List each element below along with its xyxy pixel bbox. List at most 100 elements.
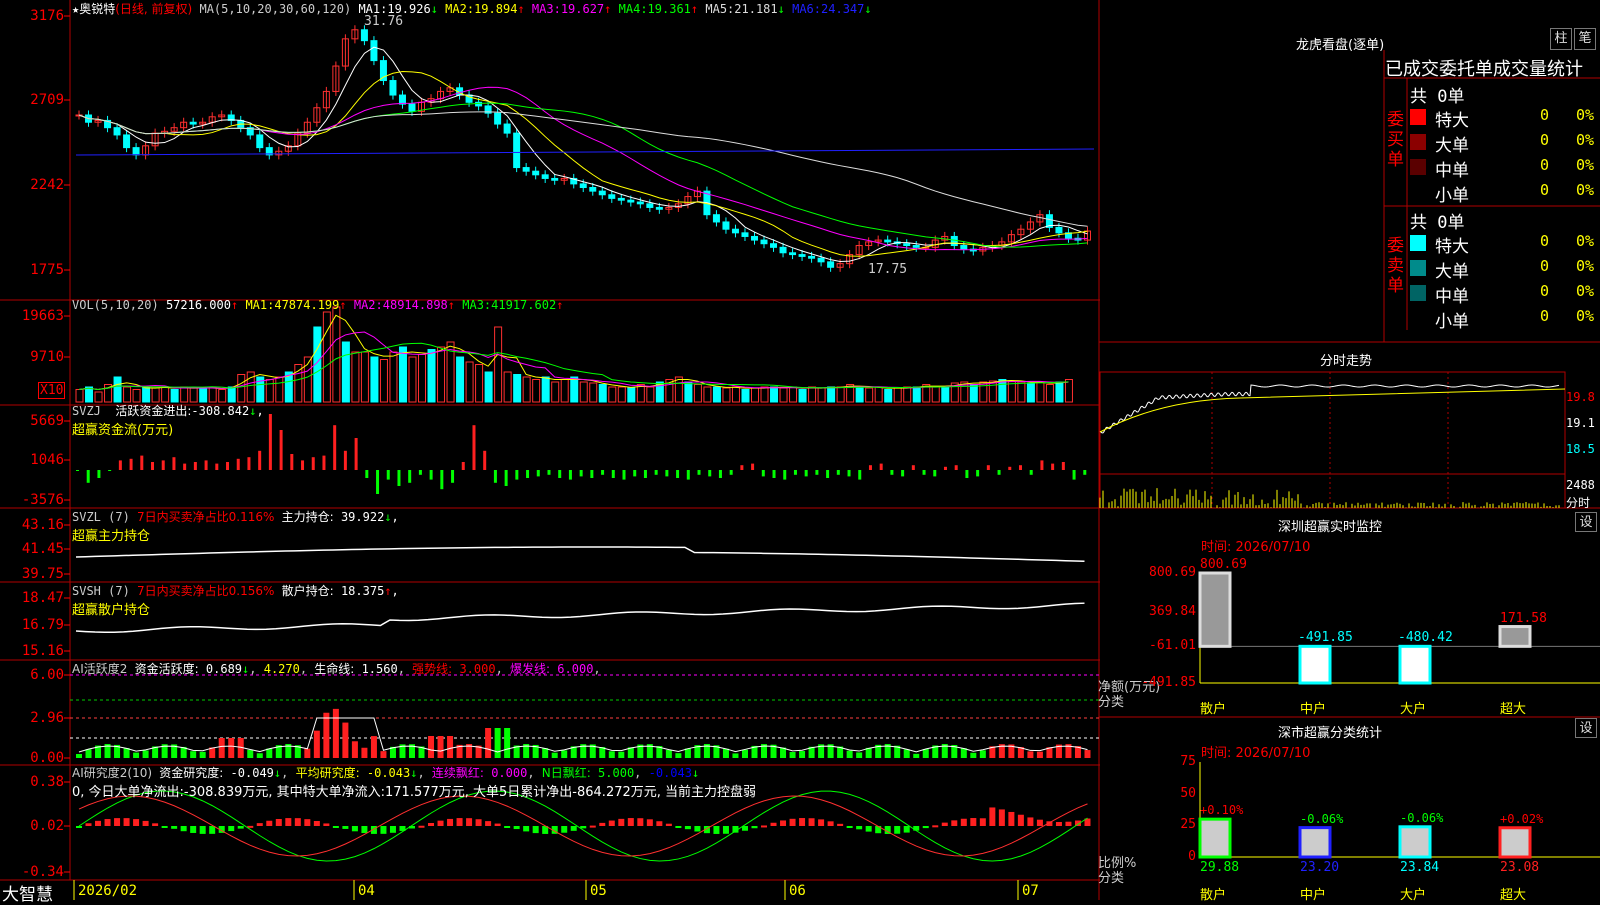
- ai2-n4: N日飘红:: [542, 766, 591, 780]
- ai2-arrow5: ↓: [692, 766, 699, 780]
- ai2_panel-tick-0: 0.38: [0, 774, 64, 790]
- dragon-buy-name-2: 中单: [1435, 156, 1469, 181]
- classify-tick-0: 75: [1150, 754, 1196, 769]
- svsh-header: SVSH (7) 7日内买卖净占比0.156% 散户持仓: 18.375↑, 超…: [72, 582, 399, 618]
- intraday-vol-tick: 2488: [1566, 478, 1595, 492]
- classify-cat-1: 中户: [1300, 884, 1326, 903]
- dragon-sell-swatch-1: [1410, 260, 1426, 276]
- classify-pct-0: +0.10%: [1200, 803, 1243, 817]
- classify-ylabel-unit: 比例%: [1098, 856, 1136, 871]
- x-axis-label-1: 04: [358, 883, 375, 899]
- x-axis-label-0: 2026/02: [78, 883, 137, 899]
- vol-value: 57216.000: [166, 298, 231, 312]
- stock-name[interactable]: 奥锐特: [79, 2, 115, 16]
- dragon-sell-val-1: 0: [1540, 257, 1549, 275]
- intraday-tick-0: 19.8: [1566, 390, 1595, 404]
- svzl-subtitle: 超赢主力持仓: [72, 529, 150, 544]
- classify-cat-2: 大户: [1400, 884, 1426, 903]
- ma5-label: MA5:: [705, 2, 734, 16]
- bar-mode-button[interactable]: 柱: [1550, 28, 1572, 50]
- realtime-cat-0: 散户: [1200, 698, 1226, 717]
- dragon-buy-pct-2: 0%: [1576, 156, 1594, 174]
- svzj_panel-tick-2: -3576: [0, 492, 64, 508]
- classify-pct-3: +0.02%: [1500, 812, 1543, 826]
- ai2-n3: 连续飘红:: [432, 766, 484, 780]
- realtime-tick-2: -61.01: [1130, 638, 1196, 653]
- ai1_panel-tick-1: 2.96: [0, 710, 64, 726]
- ma4-arrow: ↑: [691, 2, 698, 16]
- realtime-title: 深圳超赢实时监控: [1278, 516, 1382, 535]
- realtime-cat-2: 大户: [1400, 698, 1426, 717]
- realtime-bar-0: [1200, 573, 1230, 646]
- svzj_panel-tick-0: 5669: [0, 413, 64, 429]
- ai1-v2: 4.270: [264, 662, 300, 676]
- ai2-v2: -0.043: [367, 766, 410, 780]
- svzj-subtitle: 超赢资金流(万元): [72, 423, 173, 438]
- price_panel-tick-1: 2709: [0, 92, 64, 108]
- ma4-value: 19.361: [648, 2, 691, 16]
- dragon-sell-name-0: 特大: [1435, 232, 1469, 257]
- ai2_panel-tick-2: -0.34: [0, 864, 64, 880]
- dragon-buy-name-1: 大单: [1435, 131, 1469, 156]
- classify-pct-2: -0.06%: [1400, 811, 1443, 825]
- classify-bar-2: [1400, 827, 1430, 857]
- svzj_panel-tick-1: 1046: [0, 452, 64, 468]
- svsh-desc: 7日内买卖净占比0.156%: [137, 584, 274, 598]
- classify-tick-3: 0: [1150, 849, 1196, 864]
- ma2-value: 19.894: [474, 2, 517, 16]
- ai2-n2: 平均研究度:: [296, 766, 360, 780]
- vol-ma2-value: 48914.898: [383, 298, 448, 312]
- svzl-label: SVZL (7): [72, 510, 130, 524]
- svzl-value: 39.922: [341, 510, 384, 524]
- classify-title: 深市超赢分类统计: [1278, 722, 1382, 741]
- ai2_panel-tick-1: 0.02: [0, 818, 64, 834]
- realtime-settings-button[interactable]: 设: [1575, 512, 1597, 532]
- dragon-sell-name-1: 大单: [1435, 257, 1469, 282]
- vol-ma2-label: MA2:: [354, 298, 383, 312]
- ai1-v3: 1.560: [362, 662, 398, 676]
- classify-val-1: 23.20: [1300, 860, 1339, 875]
- dragon-buy-pct-0: 0%: [1576, 106, 1594, 124]
- svzj-label: SVZJ: [72, 404, 101, 418]
- dragon-sell-pct-1: 0%: [1576, 257, 1594, 275]
- svzl_panel-tick-2: 39.75: [0, 566, 64, 582]
- svsh-subtitle: 超赢散户持仓: [72, 603, 150, 618]
- intraday-tick-1: 19.1: [1566, 416, 1595, 430]
- svzl_panel-tick-1: 41.45: [0, 541, 64, 557]
- dragon-sell-total: 共 0单: [1410, 208, 1464, 233]
- ma5-value: 21.181: [734, 2, 777, 16]
- dragon-buy-label: 委买单: [1387, 110, 1405, 170]
- dragon-buy-total: 共 0单: [1410, 82, 1464, 107]
- price_panel-tick-3: 1775: [0, 262, 64, 278]
- realtime-tick-0: 800.69: [1130, 565, 1196, 580]
- svsh_panel-tick-2: 15.16: [0, 643, 64, 659]
- svsh-arrow: ↑: [384, 584, 391, 598]
- realtime-bar-2: [1400, 646, 1430, 683]
- classify-tick-1: 50: [1150, 786, 1196, 801]
- ai1_panel-tick-0: 6.00: [0, 667, 64, 683]
- ai2-header: AI研究度2(10) 资金研究度: -0.049↓, 平均研究度: -0.043…: [72, 764, 756, 800]
- vol-ma3-value: 41917.602: [491, 298, 556, 312]
- classify-settings-button[interactable]: 设: [1575, 718, 1597, 738]
- realtime-time: 时间: 2026/07/10: [1201, 536, 1310, 555]
- svsh-suffix: ,: [392, 584, 399, 598]
- ai1-value: 0.689: [206, 662, 242, 676]
- dragon-buy-val-0: 0: [1540, 106, 1549, 124]
- tick-mode-button[interactable]: 笔: [1574, 28, 1596, 50]
- realtime-ylabel-cat: 分类: [1098, 695, 1124, 710]
- ma6-value: 24.347: [821, 2, 864, 16]
- svsh_panel-tick-1: 16.79: [0, 617, 64, 633]
- svzj-value: -308.842: [191, 404, 249, 418]
- realtime-bar-value-1: -491.85: [1298, 630, 1353, 645]
- svzl-suffix: ,: [392, 510, 399, 524]
- dragon-sell-val-3: 0: [1540, 307, 1549, 325]
- realtime-cat-1: 中户: [1300, 698, 1326, 717]
- ma4-label: MA4:: [619, 2, 648, 16]
- app-logo: 大智慧: [2, 880, 53, 905]
- dragon-buy-swatch-2: [1410, 159, 1426, 175]
- price-panel-header: ★奥锐特(日线, 前复权) MA(5,10,20,30,60,120) MA1:…: [72, 0, 872, 17]
- svzj-header: SVZJ 活跃资金进出:-308.842↓, 超赢资金流(万元): [72, 402, 264, 438]
- ai2-arrow2: ↓: [410, 766, 417, 780]
- classify-bar-3: [1500, 828, 1530, 857]
- period-label[interactable]: (日线, 前复权): [115, 2, 192, 16]
